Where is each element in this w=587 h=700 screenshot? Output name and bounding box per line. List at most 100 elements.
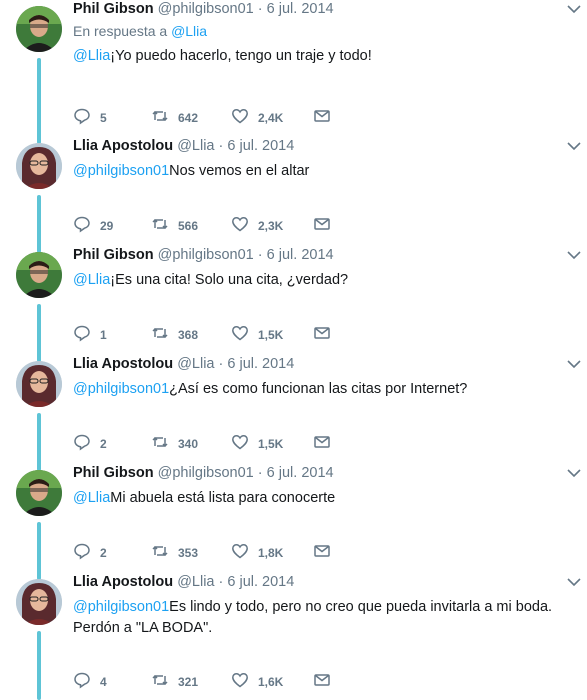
user-handle[interactable]: @Llia — [177, 574, 214, 590]
tweet[interactable]: Phil Gibson @philgibson01 · 6 jul. 2014 … — [0, 0, 587, 137]
tweet[interactable]: Llia Apostolou @Llia · 6 jul. 2014 @phil… — [0, 137, 587, 246]
tweet-date[interactable]: 6 jul. 2014 — [227, 574, 294, 590]
heart-icon — [231, 671, 249, 692]
tweet-text: @LliaMi abuela está lista para conocerte — [73, 488, 569, 509]
mail-icon — [313, 324, 331, 345]
retweet-button[interactable]: 566 — [151, 215, 231, 236]
chevron-down-icon[interactable] — [565, 466, 583, 480]
avatar-phil[interactable] — [16, 470, 62, 516]
tweet-actions: 5 642 2,4K — [73, 107, 331, 128]
display-name[interactable]: Phil Gibson — [73, 247, 154, 263]
reply-button[interactable]: 1 — [73, 324, 151, 345]
direct-message-button[interactable] — [313, 542, 331, 563]
tweet-date[interactable]: 6 jul. 2014 — [267, 1, 334, 17]
reply-count: 5 — [100, 110, 107, 125]
tweet-date[interactable]: 6 jul. 2014 — [267, 465, 334, 481]
direct-message-button[interactable] — [313, 324, 331, 345]
reply-count: 2 — [100, 436, 107, 451]
like-button[interactable]: 1,5K — [231, 433, 313, 454]
mention-link[interactable]: @Llia — [73, 490, 110, 506]
tweet[interactable]: Phil Gibson @philgibson01 · 6 jul. 2014 … — [0, 246, 587, 355]
user-handle[interactable]: @Llia — [177, 138, 214, 154]
tweet-body-line-2: Perdón a "LA BODA". — [73, 620, 213, 636]
retweet-button[interactable]: 340 — [151, 433, 231, 454]
reply-icon — [73, 671, 91, 692]
tweet-header: Llia Apostolou @Llia · 6 jul. 2014 — [73, 356, 295, 372]
mention-link[interactable]: @philgibson01 — [73, 381, 169, 397]
tweet-header: Llia Apostolou @Llia · 6 jul. 2014 — [73, 574, 295, 590]
mention-link[interactable]: @philgibson01 — [73, 599, 169, 615]
user-handle[interactable]: @philgibson01 — [158, 465, 254, 481]
tweet-text: @Llia¡Yo puedo hacerlo, tengo un traje y… — [73, 46, 569, 67]
chevron-down-icon[interactable] — [565, 139, 583, 153]
avatar-llia[interactable] — [16, 361, 62, 407]
avatar-llia[interactable] — [16, 143, 62, 189]
mention-link[interactable]: @Llia — [73, 48, 110, 64]
retweet-button[interactable]: 321 — [151, 671, 231, 692]
like-count: 1,5K — [258, 327, 284, 342]
tweet-date[interactable]: 6 jul. 2014 — [227, 138, 294, 154]
like-count: 1,6K — [258, 674, 284, 689]
conversation-thread: Phil Gibson @philgibson01 · 6 jul. 2014 … — [0, 0, 587, 700]
heart-icon — [231, 433, 249, 454]
tweet-date[interactable]: 6 jul. 2014 — [227, 356, 294, 372]
user-handle[interactable]: @Llia — [177, 356, 214, 372]
reply-count: 2 — [100, 545, 107, 560]
display-name[interactable]: Llia Apostolou — [73, 574, 173, 590]
reply-count: 29 — [100, 218, 114, 233]
avatar-phil[interactable] — [16, 6, 62, 52]
reply-button[interactable]: 5 — [73, 107, 151, 128]
tweet-date[interactable]: 6 jul. 2014 — [267, 247, 334, 263]
tweet-body: Nos vemos en el altar — [169, 163, 310, 179]
retweet-button[interactable]: 642 — [151, 107, 231, 128]
retweet-count: 340 — [178, 436, 199, 451]
mail-icon — [313, 542, 331, 563]
retweet-count: 566 — [178, 218, 199, 233]
avatar-llia[interactable] — [16, 579, 62, 625]
tweet-header: Llia Apostolou @Llia · 6 jul. 2014 — [73, 138, 295, 154]
tweet-header: Phil Gibson @philgibson01 · 6 jul. 2014 — [73, 247, 334, 263]
user-handle[interactable]: @philgibson01 — [158, 247, 254, 263]
direct-message-button[interactable] — [313, 107, 331, 128]
reply-mention-link[interactable]: @Llia — [171, 23, 207, 39]
avatar-phil[interactable] — [16, 252, 62, 298]
like-button[interactable]: 1,6K — [231, 671, 313, 692]
like-button[interactable]: 1,5K — [231, 324, 313, 345]
reply-button[interactable]: 2 — [73, 433, 151, 454]
display-name[interactable]: Phil Gibson — [73, 465, 154, 481]
direct-message-button[interactable] — [313, 433, 331, 454]
chevron-down-icon[interactable] — [565, 248, 583, 262]
like-count: 1,5K — [258, 436, 284, 451]
tweet[interactable]: Phil Gibson @philgibson01 · 6 jul. 2014 … — [0, 464, 587, 573]
retweet-icon — [151, 107, 169, 128]
like-button[interactable]: 1,8K — [231, 542, 313, 563]
direct-message-button[interactable] — [313, 671, 331, 692]
reply-count: 4 — [100, 674, 107, 689]
heart-icon — [231, 542, 249, 563]
chevron-down-icon[interactable] — [565, 2, 583, 16]
tweet[interactable]: Llia Apostolou @Llia · 6 jul. 2014 @phil… — [0, 355, 587, 464]
tweet[interactable]: Llia Apostolou @Llia · 6 jul. 2014 @phil… — [0, 573, 587, 700]
reply-button[interactable]: 2 — [73, 542, 151, 563]
reply-button[interactable]: 4 — [73, 671, 151, 692]
like-button[interactable]: 2,4K — [231, 107, 313, 128]
chevron-down-icon[interactable] — [565, 357, 583, 371]
reply-count: 1 — [100, 327, 107, 342]
chevron-down-icon[interactable] — [565, 575, 583, 589]
reply-button[interactable]: 29 — [73, 215, 151, 236]
reply-context: En respuesta a @Llia — [73, 22, 569, 40]
tweet-header: Phil Gibson @philgibson01 · 6 jul. 2014 — [73, 465, 334, 481]
retweet-button[interactable]: 353 — [151, 542, 231, 563]
mention-link[interactable]: @Llia — [73, 272, 110, 288]
display-name[interactable]: Llia Apostolou — [73, 356, 173, 372]
user-handle[interactable]: @philgibson01 — [158, 1, 254, 17]
tweet-text: @philgibson01Es lindo y todo, pero no cr… — [73, 597, 569, 639]
direct-message-button[interactable] — [313, 215, 331, 236]
display-name[interactable]: Phil Gibson — [73, 1, 154, 17]
tweet-body: Es lindo y todo, pero no creo que pueda … — [169, 599, 553, 615]
retweet-button[interactable]: 368 — [151, 324, 231, 345]
retweet-count: 353 — [178, 545, 199, 560]
like-button[interactable]: 2,3K — [231, 215, 313, 236]
mention-link[interactable]: @philgibson01 — [73, 163, 169, 179]
display-name[interactable]: Llia Apostolou — [73, 138, 173, 154]
